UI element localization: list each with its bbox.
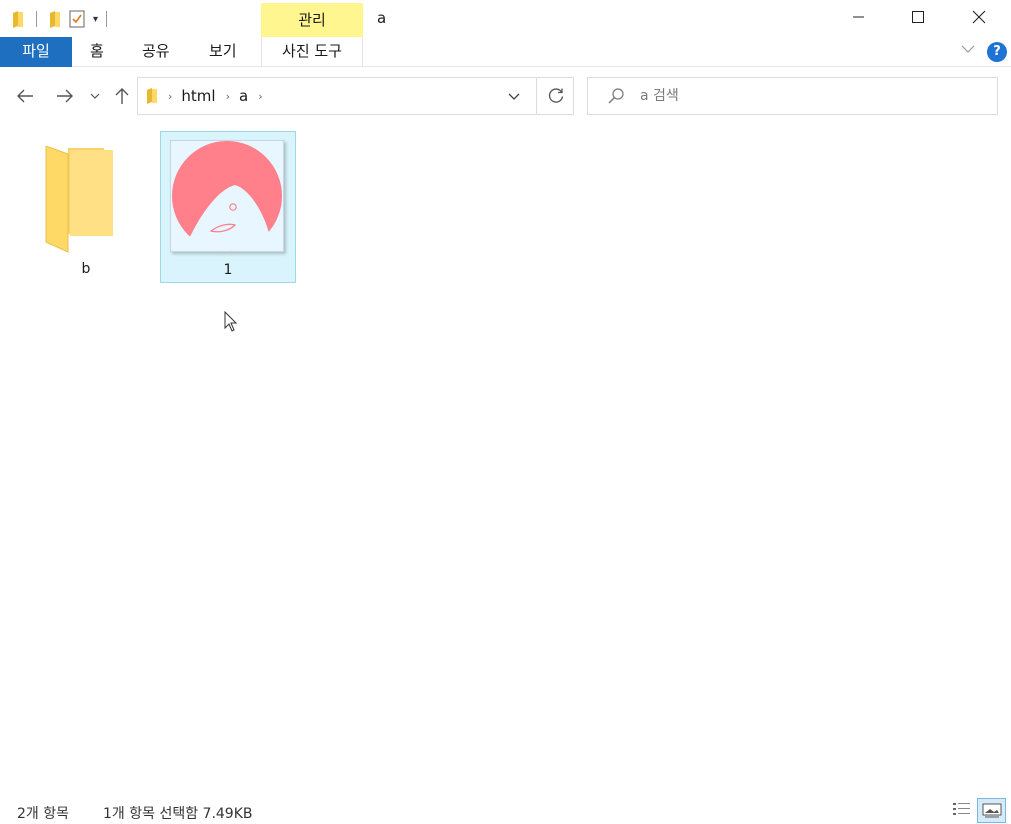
maximize-button[interactable] (895, 0, 941, 34)
up-arrow-icon (115, 88, 129, 104)
refresh-button[interactable] (536, 78, 574, 114)
customize-toolbar-dropdown-icon[interactable]: ▾ (93, 14, 98, 25)
breadcrumb-html[interactable]: html (181, 87, 215, 105)
search-box[interactable] (587, 77, 998, 115)
title-bar: ▾ 관리 a (0, 0, 1011, 37)
back-arrow-icon (17, 89, 33, 103)
properties-icon[interactable] (69, 10, 85, 28)
address-history-dropdown[interactable] (503, 86, 525, 108)
refresh-icon (548, 88, 563, 103)
toolbar-divider (36, 11, 37, 27)
chevron-down-icon (90, 93, 100, 99)
tab-view[interactable]: 보기 (209, 37, 237, 67)
minimize-icon (853, 16, 864, 18)
maximize-icon (911, 10, 924, 23)
tab-file[interactable]: 파일 (0, 37, 72, 67)
contextual-tab-manage[interactable]: 관리 (261, 3, 363, 37)
forward-arrow-icon (57, 89, 73, 103)
selection-info: 1개 항목 선택함 7.49KB (103, 806, 253, 822)
close-icon (972, 10, 986, 24)
up-button[interactable] (112, 81, 132, 111)
tab-share[interactable]: 공유 (142, 37, 170, 67)
breadcrumb-chevron-icon[interactable]: › (226, 90, 230, 103)
quick-access-toolbar: ▾ (8, 8, 115, 30)
breadcrumb-chevron-icon[interactable]: › (258, 90, 262, 103)
search-icon (608, 88, 624, 104)
navigation-bar: › html › a › (0, 75, 1011, 117)
folder-icon[interactable] (12, 10, 24, 28)
folder-icon (147, 88, 157, 104)
mouse-cursor-icon (224, 311, 238, 332)
search-input[interactable] (640, 88, 940, 104)
tab-picture-tools[interactable]: 사진 도구 (261, 37, 363, 67)
large-icons-view-button[interactable] (977, 798, 1006, 823)
item-count: 2개 항목 (17, 806, 69, 822)
close-button[interactable] (956, 0, 1002, 34)
chevron-down-icon (508, 93, 520, 100)
large-icons-view-icon (982, 803, 1001, 817)
toolbar-divider (106, 11, 108, 27)
back-button[interactable] (12, 81, 38, 111)
recent-locations-button[interactable] (87, 81, 103, 111)
face-illustration (172, 141, 282, 251)
breadcrumb-a[interactable]: a (239, 87, 248, 105)
window-title: a (377, 9, 387, 27)
status-bar: 2개 항목 1개 항목 선택함 7.49KB (0, 796, 1011, 824)
details-view-icon[interactable] (952, 801, 972, 819)
image-thumbnail (170, 140, 284, 252)
expand-ribbon-chevron-icon[interactable] (961, 43, 975, 57)
address-bar[interactable]: › html › a › (137, 77, 574, 115)
item-label: 1 (223, 262, 233, 278)
folder-icon (45, 146, 113, 253)
breadcrumb-chevron-icon[interactable]: › (168, 90, 172, 103)
new-folder-icon[interactable] (49, 10, 61, 28)
forward-button[interactable] (52, 81, 78, 111)
ribbon-tab-bar: 파일 홈 공유 보기 사진 도구 ? (0, 37, 1011, 67)
folder-item-b[interactable]: b (18, 131, 154, 283)
image-item-1[interactable]: 1 (160, 131, 296, 283)
help-button[interactable]: ? (987, 42, 1007, 62)
item-label: b (81, 261, 91, 277)
tab-home[interactable]: 홈 (90, 37, 104, 67)
minimize-button[interactable] (836, 0, 882, 34)
